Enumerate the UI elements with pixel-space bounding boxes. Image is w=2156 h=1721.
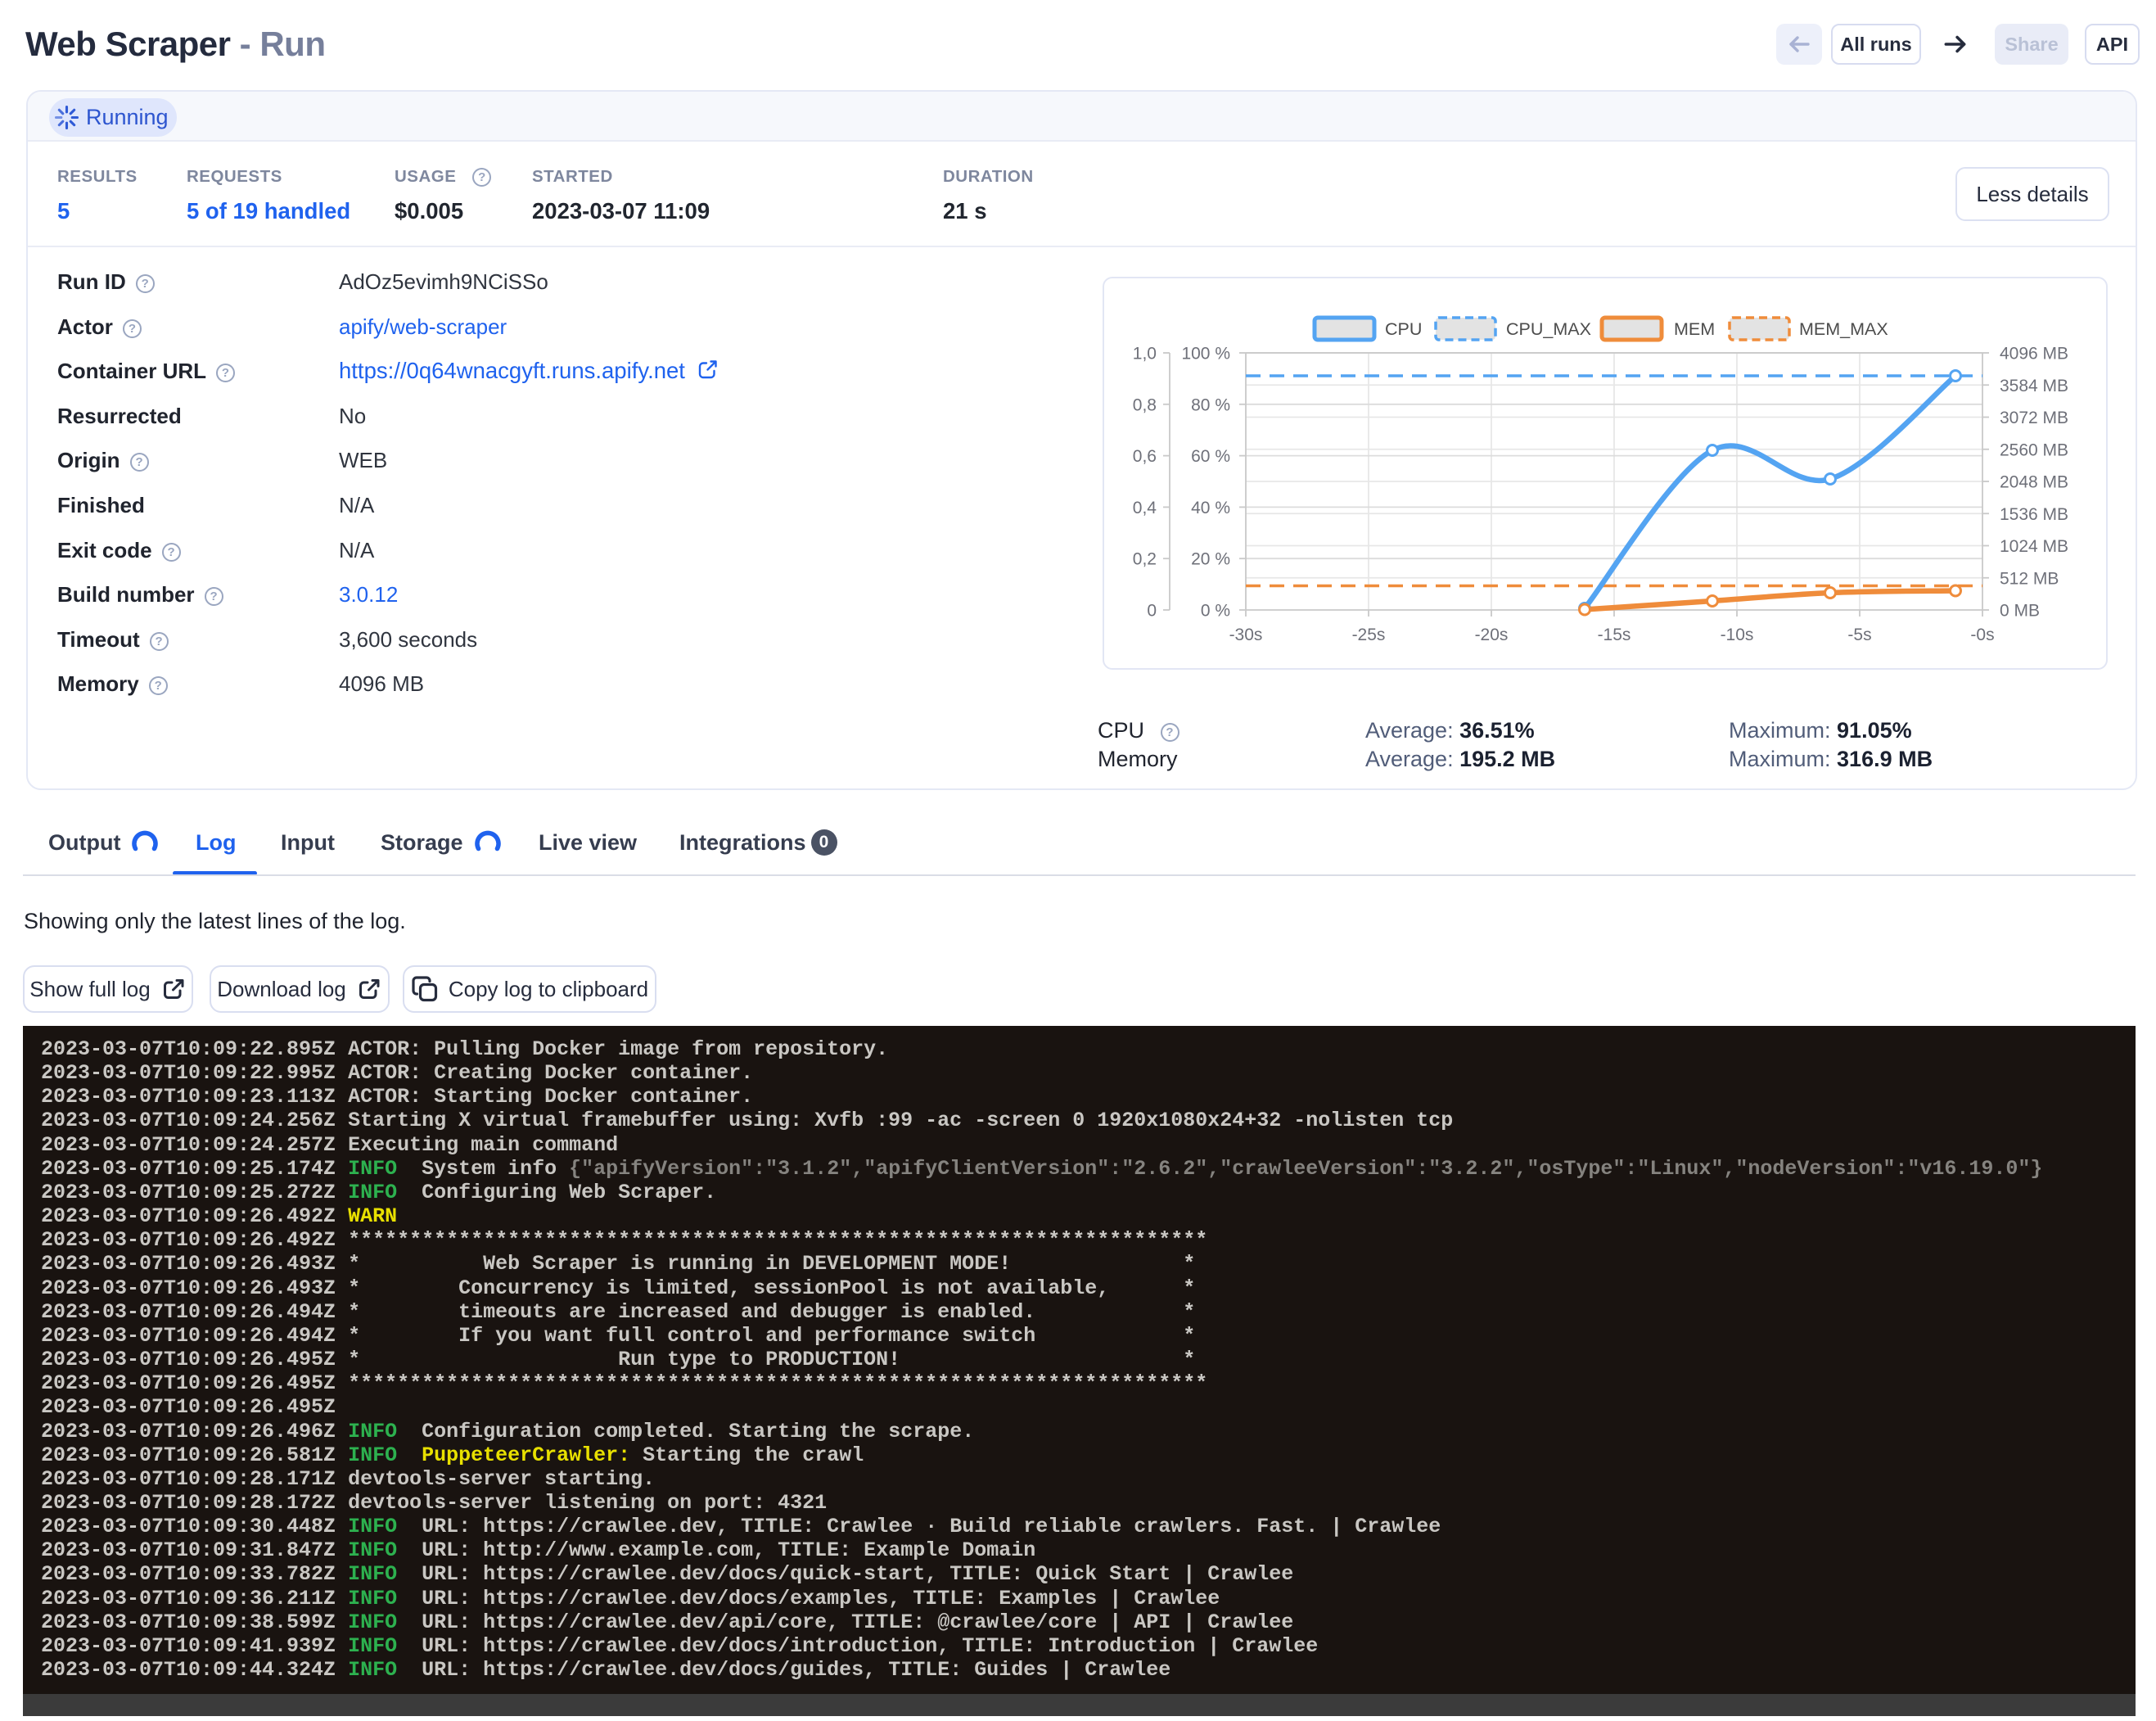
svg-text:1024 MB: 1024 MB (2000, 537, 2068, 556)
svg-text:0 MB: 0 MB (2000, 602, 2040, 621)
svg-text:20 %: 20 % (1191, 550, 1230, 569)
svg-text:CPU_MAX: CPU_MAX (1506, 319, 1591, 339)
svg-text:0,8: 0,8 (1133, 395, 1157, 414)
svg-text:-25s: -25s (1352, 626, 1386, 644)
svg-text:MEM_MAX: MEM_MAX (1799, 319, 1888, 339)
svg-text:1536 MB: 1536 MB (2000, 505, 2068, 524)
svg-text:3072 MB: 3072 MB (2000, 409, 2068, 427)
svg-text:512 MB: 512 MB (2000, 569, 2059, 588)
svg-text:-10s: -10s (1721, 626, 1754, 644)
svg-text:0,2: 0,2 (1133, 550, 1157, 569)
svg-text:0,4: 0,4 (1133, 499, 1157, 517)
svg-text:-0s: -0s (1970, 626, 1994, 644)
svg-text:0,6: 0,6 (1133, 447, 1157, 466)
svg-text:MEM: MEM (1674, 319, 1715, 339)
svg-text:-15s: -15s (1598, 626, 1631, 644)
svg-text:0: 0 (1147, 602, 1157, 621)
svg-text:2048 MB: 2048 MB (2000, 473, 2068, 492)
svg-text:4096 MB: 4096 MB (2000, 345, 2068, 364)
svg-text:3584 MB: 3584 MB (2000, 377, 2068, 395)
svg-text:1,0: 1,0 (1133, 345, 1157, 364)
svg-text:-30s: -30s (1229, 626, 1263, 644)
svg-text:60 %: 60 % (1191, 447, 1230, 466)
svg-text:0 %: 0 % (1201, 602, 1230, 621)
svg-text:2560 MB: 2560 MB (2000, 440, 2068, 459)
svg-text:-5s: -5s (1847, 626, 1871, 644)
svg-text:-20s: -20s (1475, 626, 1509, 644)
svg-text:100 %: 100 % (1181, 345, 1230, 364)
svg-text:80 %: 80 % (1191, 395, 1230, 414)
svg-text:40 %: 40 % (1191, 499, 1230, 517)
svg-text:CPU: CPU (1385, 319, 1422, 339)
